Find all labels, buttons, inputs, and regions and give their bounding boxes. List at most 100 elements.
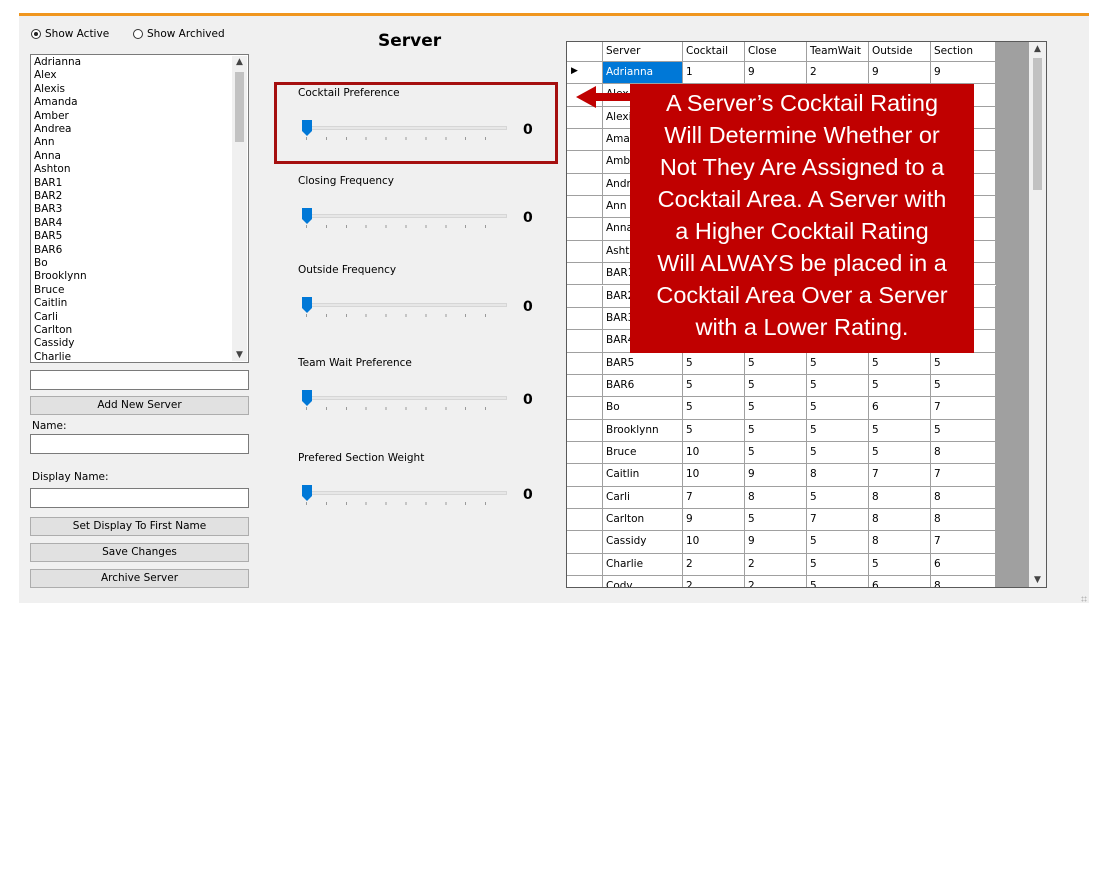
show-active-radio[interactable]: Show Active [31, 28, 109, 40]
list-item[interactable]: Alex [34, 69, 57, 82]
grid-cell[interactable]: 5 [745, 352, 807, 375]
column-header-server[interactable]: Server [603, 42, 683, 62]
list-item[interactable]: Alexis [34, 83, 65, 96]
slider-track[interactable] [304, 396, 507, 400]
grid-cell[interactable]: 2 [745, 576, 807, 587]
grid-cell[interactable]: 7 [807, 509, 869, 532]
list-item[interactable]: BAR5 [34, 230, 62, 243]
grid-cell[interactable]: 8 [931, 486, 996, 509]
list-item[interactable]: Bo [34, 257, 48, 270]
grid-cell[interactable]: 2 [683, 576, 745, 587]
row-header[interactable] [567, 486, 603, 509]
grid-cell[interactable]: 9 [931, 62, 996, 85]
listbox-scroll-thumb[interactable] [235, 72, 244, 142]
grid-cell[interactable]: 8 [931, 509, 996, 532]
row-header[interactable] [567, 151, 603, 174]
row-header[interactable] [567, 173, 603, 197]
grid-cell[interactable]: 5 [807, 374, 869, 398]
list-item[interactable]: Ann [34, 136, 55, 149]
column-header-cocktail[interactable]: Cocktail [683, 42, 745, 62]
grid-cell[interactable]: 5 [931, 352, 996, 375]
grid-cell[interactable]: 8 [931, 576, 996, 587]
display-name-input[interactable] [30, 488, 249, 508]
grid-cell[interactable]: 8 [807, 464, 869, 487]
grid-cell[interactable]: 8 [869, 486, 931, 509]
grid-cell[interactable]: 5 [869, 419, 931, 442]
slider-track[interactable] [304, 214, 507, 218]
grid-cell[interactable]: 5 [931, 419, 996, 442]
grid-cell[interactable]: 5 [869, 553, 931, 577]
grid-cell[interactable]: 5 [807, 352, 869, 375]
grid-cell[interactable]: 9 [869, 62, 931, 85]
grid-scrollbar[interactable]: ▲ ▼ [1029, 42, 1046, 587]
row-header[interactable] [567, 464, 603, 487]
row-header[interactable] [567, 129, 603, 152]
grid-cell[interactable]: Bruce [603, 441, 683, 465]
grid-cell[interactable]: 7 [683, 486, 745, 509]
grid-cell[interactable]: Carli [603, 486, 683, 509]
new-server-input[interactable] [30, 370, 249, 390]
grid-cell[interactable]: 7 [931, 397, 996, 420]
slider-thumb[interactable] [302, 208, 312, 224]
grid-cell[interactable]: Caitlin [603, 464, 683, 487]
grid-cell[interactable]: 5 [807, 576, 869, 587]
server-listbox[interactable]: ▲ ▼ Adrianna Alex Alexis Amanda Amber Andrea A… [30, 54, 249, 363]
grid-cell[interactable]: Cody [603, 576, 683, 587]
row-header[interactable] [567, 531, 603, 554]
list-item[interactable]: Adrianna [34, 56, 81, 69]
slider-track[interactable] [304, 491, 507, 495]
list-item[interactable]: Carlton [34, 324, 72, 337]
list-item[interactable]: Carli [34, 311, 58, 324]
grid-cell[interactable]: 9 [745, 464, 807, 487]
row-header[interactable]: ▶ [567, 62, 603, 85]
grid-cell[interactable]: 5 [931, 374, 996, 398]
column-header-outside[interactable]: Outside [869, 42, 931, 62]
resize-grip-icon[interactable] [1081, 596, 1087, 602]
grid-cell[interactable]: 10 [683, 464, 745, 487]
grid-cell[interactable]: 5 [683, 352, 745, 375]
grid-cell[interactable]: 5 [683, 374, 745, 398]
grid-cell[interactable]: BAR5 [603, 352, 683, 375]
scroll-up-arrow-icon[interactable]: ▲ [1029, 42, 1046, 56]
list-item[interactable]: Charlie [34, 351, 71, 362]
row-header[interactable] [567, 352, 603, 375]
list-item[interactable]: Andrea [34, 123, 71, 136]
grid-cell[interactable]: Adrianna [603, 62, 683, 85]
set-display-to-first-name-button[interactable]: Set Display To First Name [30, 517, 249, 536]
grid-cell[interactable]: 5 [807, 397, 869, 420]
list-item[interactable]: Ashton [34, 163, 71, 176]
list-item[interactable]: BAR4 [34, 217, 62, 230]
grid-cell[interactable]: 8 [869, 531, 931, 554]
list-item[interactable]: Amber [34, 110, 69, 123]
list-item[interactable]: Caitlin [34, 297, 67, 310]
grid-cell[interactable]: 5 [683, 397, 745, 420]
row-header[interactable] [567, 374, 603, 398]
row-header[interactable] [567, 196, 603, 219]
grid-cell[interactable]: 2 [683, 553, 745, 577]
row-header[interactable] [567, 106, 603, 130]
grid-cell[interactable]: 5 [745, 441, 807, 465]
grid-cell[interactable]: 5 [807, 441, 869, 465]
archive-server-button[interactable]: Archive Server [30, 569, 249, 588]
grid-cell[interactable]: BAR6 [603, 374, 683, 398]
grid-cell[interactable]: Bo [603, 397, 683, 420]
grid-cell[interactable]: 1 [683, 62, 745, 85]
grid-cell[interactable]: 10 [683, 531, 745, 554]
grid-cell[interactable]: 10 [683, 441, 745, 465]
grid-cell[interactable]: 5 [807, 419, 869, 442]
grid-cell[interactable]: 8 [745, 486, 807, 509]
grid-cell[interactable]: 7 [931, 531, 996, 554]
row-header[interactable] [567, 509, 603, 532]
list-item[interactable]: Amanda [34, 96, 78, 109]
grid-cell[interactable]: 9 [745, 62, 807, 85]
grid-cell[interactable]: 6 [931, 553, 996, 577]
row-header[interactable] [567, 441, 603, 465]
grid-cell[interactable]: 5 [869, 352, 931, 375]
grid-cell[interactable]: Charlie [603, 553, 683, 577]
add-new-server-button[interactable]: Add New Server [30, 396, 249, 415]
scroll-down-arrow-icon[interactable]: ▼ [1029, 573, 1046, 587]
grid-cell[interactable]: 6 [869, 576, 931, 587]
list-item[interactable]: Cassidy [34, 337, 75, 350]
column-header-section[interactable]: Section [931, 42, 996, 62]
list-item[interactable]: Anna [34, 150, 61, 163]
